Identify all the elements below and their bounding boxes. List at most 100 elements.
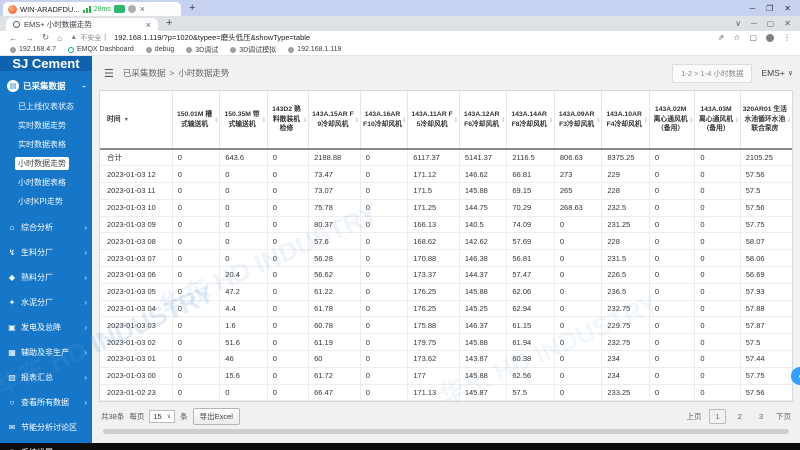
column-header[interactable]: 150.35M 带式输送机 ▲ ▼ xyxy=(219,91,268,150)
horizontal-scrollbar[interactable] xyxy=(103,429,789,435)
remote-session-menu-icon[interactable] xyxy=(127,5,136,13)
share-icon[interactable]: ⇗ xyxy=(718,33,725,42)
window-minimize-icon[interactable]: ─ xyxy=(751,19,757,28)
cell-value: 173.62 xyxy=(407,350,460,368)
table-row[interactable]: 2023-01-03 06 0 20.4 0 56.62 0 173.37 144.37 57.… xyxy=(100,266,792,284)
sort-carets-icon: ▲ ▼ xyxy=(261,115,266,124)
column-header[interactable]: 143D2 熟料散装机检修 ▲ ▼ xyxy=(267,91,310,150)
back-icon[interactable]: ← xyxy=(9,33,18,43)
sidebar-subitem[interactable]: 小时数据表格 xyxy=(0,173,92,192)
sidebar-item[interactable]: ▧ 报表汇总 › xyxy=(0,365,92,390)
table-row[interactable]: 2023-01-03 05 0 47.2 0 61.22 0 176.25 145.88 62.… xyxy=(100,283,792,301)
column-header[interactable]: 143A.15AR F9冷却风机 ▲ ▼ xyxy=(308,91,361,150)
table-row[interactable]: 2023-01-03 01 0 46 0 60 0 173.62 143.87 60.38 0 23… xyxy=(100,350,792,368)
sidebar-item[interactable]: ↯ 生料分厂 › xyxy=(0,240,92,265)
total-row[interactable]: 合计 0 643.6 0 2188.88 0 6117.37 5141.37 2116.5 806… xyxy=(100,149,792,167)
user-menu[interactable]: EMS+ ∨ xyxy=(761,68,793,78)
per-page-select[interactable]: 15 ∨ xyxy=(149,410,176,424)
sidebar-item[interactable]: ○ 查看所有数据 › xyxy=(0,390,92,415)
export-excel-button[interactable]: 导出Excel xyxy=(192,408,240,426)
tab-close-icon[interactable]: × xyxy=(146,20,151,30)
forward-icon[interactable]: → xyxy=(26,33,35,43)
bookmark-star-icon[interactable]: ☆ xyxy=(733,33,740,42)
sidebar-subitem[interactable]: 实时数据表格 xyxy=(0,135,92,154)
prev-page-button[interactable]: 上页 xyxy=(686,411,701,422)
bookmark-item[interactable]: debug xyxy=(145,46,174,53)
table-row[interactable]: 2023-01-03 09 0 0 0 80.37 0 166.13 140.5 74.09 0 2… xyxy=(100,216,792,234)
cell-value: 0 xyxy=(219,232,268,251)
browser-menu-icon[interactable]: ⋮ xyxy=(783,33,791,42)
bookmark-item[interactable]: 3D调试模拟 xyxy=(230,45,276,55)
sidebar-subitem[interactable]: 实时数据走势 xyxy=(0,116,92,135)
window-restore-icon[interactable]: ▢ xyxy=(767,19,775,28)
table-row[interactable]: 2023-01-03 00 0 15.6 0 61.72 0 177 145.88 62.56 0… xyxy=(100,367,792,385)
page-button[interactable]: 2 xyxy=(733,410,747,423)
cell-value: 0 xyxy=(554,300,603,318)
bookmark-item[interactable]: 3D调试 xyxy=(186,45,218,55)
hd-quality-badge-icon[interactable] xyxy=(113,5,125,13)
reload-icon[interactable]: ↻ xyxy=(42,32,49,43)
table-row[interactable]: 2023-01-03 11 0 0 0 73.07 0 171.5 145.88 69.15 26… xyxy=(100,182,792,200)
column-header[interactable]: 143A.14AR F8冷却风机 ▲ ▼ xyxy=(506,91,555,150)
sidebar-subitem[interactable]: 小时数据走势 xyxy=(0,154,92,173)
table-row[interactable]: 2023-01-03 02 0 51.6 0 61.19 0 179.75 145.88 61.… xyxy=(100,333,792,352)
page-button[interactable]: 3 xyxy=(754,410,768,423)
browser-tab[interactable]: EMS+ 小时数据走势 × xyxy=(6,18,158,31)
remote-tab-close-icon[interactable]: × xyxy=(140,4,145,14)
remote-minimize-icon[interactable]: ─ xyxy=(749,4,755,13)
column-header[interactable]: 150.01M 槽式输送机 ▲ ▼ xyxy=(172,91,221,150)
hamburger-menu-icon[interactable]: ☰ xyxy=(99,67,114,80)
home-icon[interactable]: ⌂ xyxy=(57,33,62,43)
next-page-button[interactable]: 下页 xyxy=(776,411,791,422)
remote-restore-icon[interactable]: ❐ xyxy=(766,4,773,13)
table-row[interactable]: 2023-01-03 04 0 4.4 0 61.78 0 176.25 145.25 62.9… xyxy=(100,300,792,318)
security-chip[interactable]: ▲ 不安全 | xyxy=(70,33,106,43)
profile-avatar[interactable] xyxy=(766,33,774,42)
cell-time: 2023-01-02 23 xyxy=(100,384,173,402)
sidebar-item[interactable]: ⚙系统设置› xyxy=(0,440,92,450)
sort-carets-icon: ▲ ▼ xyxy=(596,115,601,124)
cement-icon: ✦ xyxy=(8,298,16,307)
remote-new-tab-button[interactable]: + xyxy=(189,2,195,14)
column-header[interactable]: 320AR01 生活水池循环水池联合泵房 ▲ ▼ xyxy=(740,91,792,150)
column-header[interactable]: 143A.10AR F4冷却风机 ▲ ▼ xyxy=(601,91,650,150)
table-row[interactable]: 2023-01-03 08 0 0 0 57.6 0 168.62 142.62 57.69 0 2… xyxy=(100,232,792,251)
tab-search-chevron-icon[interactable]: ∨ xyxy=(735,19,741,28)
url-input[interactable]: 192.168.1.119/?p=1020&typee=磨头低压&showTyp… xyxy=(114,32,310,43)
table-row[interactable]: 2023-01-03 07 0 0 0 56.28 0 170.88 146.38 56.81 0… xyxy=(100,249,792,268)
column-header[interactable]: 143A.02M 离心通风机（备用） ▲ ▼ xyxy=(649,91,696,150)
cell-value: 57.5 xyxy=(506,384,555,402)
bookmark-item[interactable]: 192.168.4.7 xyxy=(10,46,56,53)
date-range-label[interactable]: 1-2 > 1-4 小时数据 xyxy=(672,63,753,83)
sidebar-group-collected-data[interactable]: ▤ 已采集数据 › xyxy=(0,71,92,97)
table-row[interactable]: 2023-01-03 12 0 0 0 73.47 0 171.12 146.62 66.81 2… xyxy=(100,165,792,184)
bookmark-item[interactable]: 192.168.1.119 xyxy=(288,46,341,53)
globe-icon xyxy=(145,46,152,53)
sidebar-item[interactable]: ⌂ 综合分析 › xyxy=(0,215,92,240)
column-header[interactable]: 143A.11AR F5冷却风机 ▲ ▼ xyxy=(407,91,460,150)
column-header[interactable]: 143A.16AR F10冷却风机 ▲ ▼ xyxy=(360,91,409,150)
bookmark-item[interactable]: EMQX Dashboard xyxy=(67,46,134,53)
window-close-icon[interactable]: ✕ xyxy=(784,19,791,28)
table-row[interactable]: 2023-01-02 23 0 0 0 66.47 0 171.13 145.87 57.5 0 2… xyxy=(100,384,792,402)
table-row[interactable]: 2023-01-03 10 0 0 0 75.78 0 171.25 144.75 70.29 2… xyxy=(100,199,792,217)
remote-close-icon[interactable]: ✕ xyxy=(784,4,791,13)
page-button[interactable]: 1 xyxy=(709,409,726,425)
remote-desktop-tab[interactable]: WIN-ARADFDU... 29ms × xyxy=(3,2,181,16)
breadcrumb-root[interactable]: 已采集数据 xyxy=(123,67,166,79)
sidebar-subitem[interactable]: 小时KPI走势 xyxy=(0,192,92,211)
sidebar-item[interactable]: ◆ 熟料分厂 › xyxy=(0,265,92,290)
column-header[interactable]: 143A.03M 离心通风机（备用） ▲ ▼ xyxy=(694,91,741,150)
column-header-time[interactable]: 时间 ▼ xyxy=(100,91,173,150)
column-header[interactable]: 143A.09AR F3冷却风机 ▲ ▼ xyxy=(554,91,603,150)
sidebar-item[interactable]: ▦ 辅助及非生产 › xyxy=(0,340,92,365)
browser-new-tab-button[interactable]: + xyxy=(166,18,172,29)
table-row[interactable]: 2023-01-03 03 0 1.6 0 60.78 0 175.88 146.37 61.1… xyxy=(100,316,792,335)
column-header[interactable]: 143A.12AR F6冷却风机 ▲ ▼ xyxy=(459,91,508,150)
sidebar-item[interactable]: ✉ 节能分析讨论区 xyxy=(0,415,92,440)
sidebar-subitem[interactable]: 已上线仪表状态 xyxy=(0,97,92,116)
sidebar-item-label: 熟料分厂 xyxy=(21,273,53,282)
sidebar-item[interactable]: ✦ 水泥分厂 › xyxy=(0,290,92,315)
sidebar-item[interactable]: ▣ 发电及总降 › xyxy=(0,315,92,340)
side-panel-icon[interactable]: ▢ xyxy=(749,33,757,42)
